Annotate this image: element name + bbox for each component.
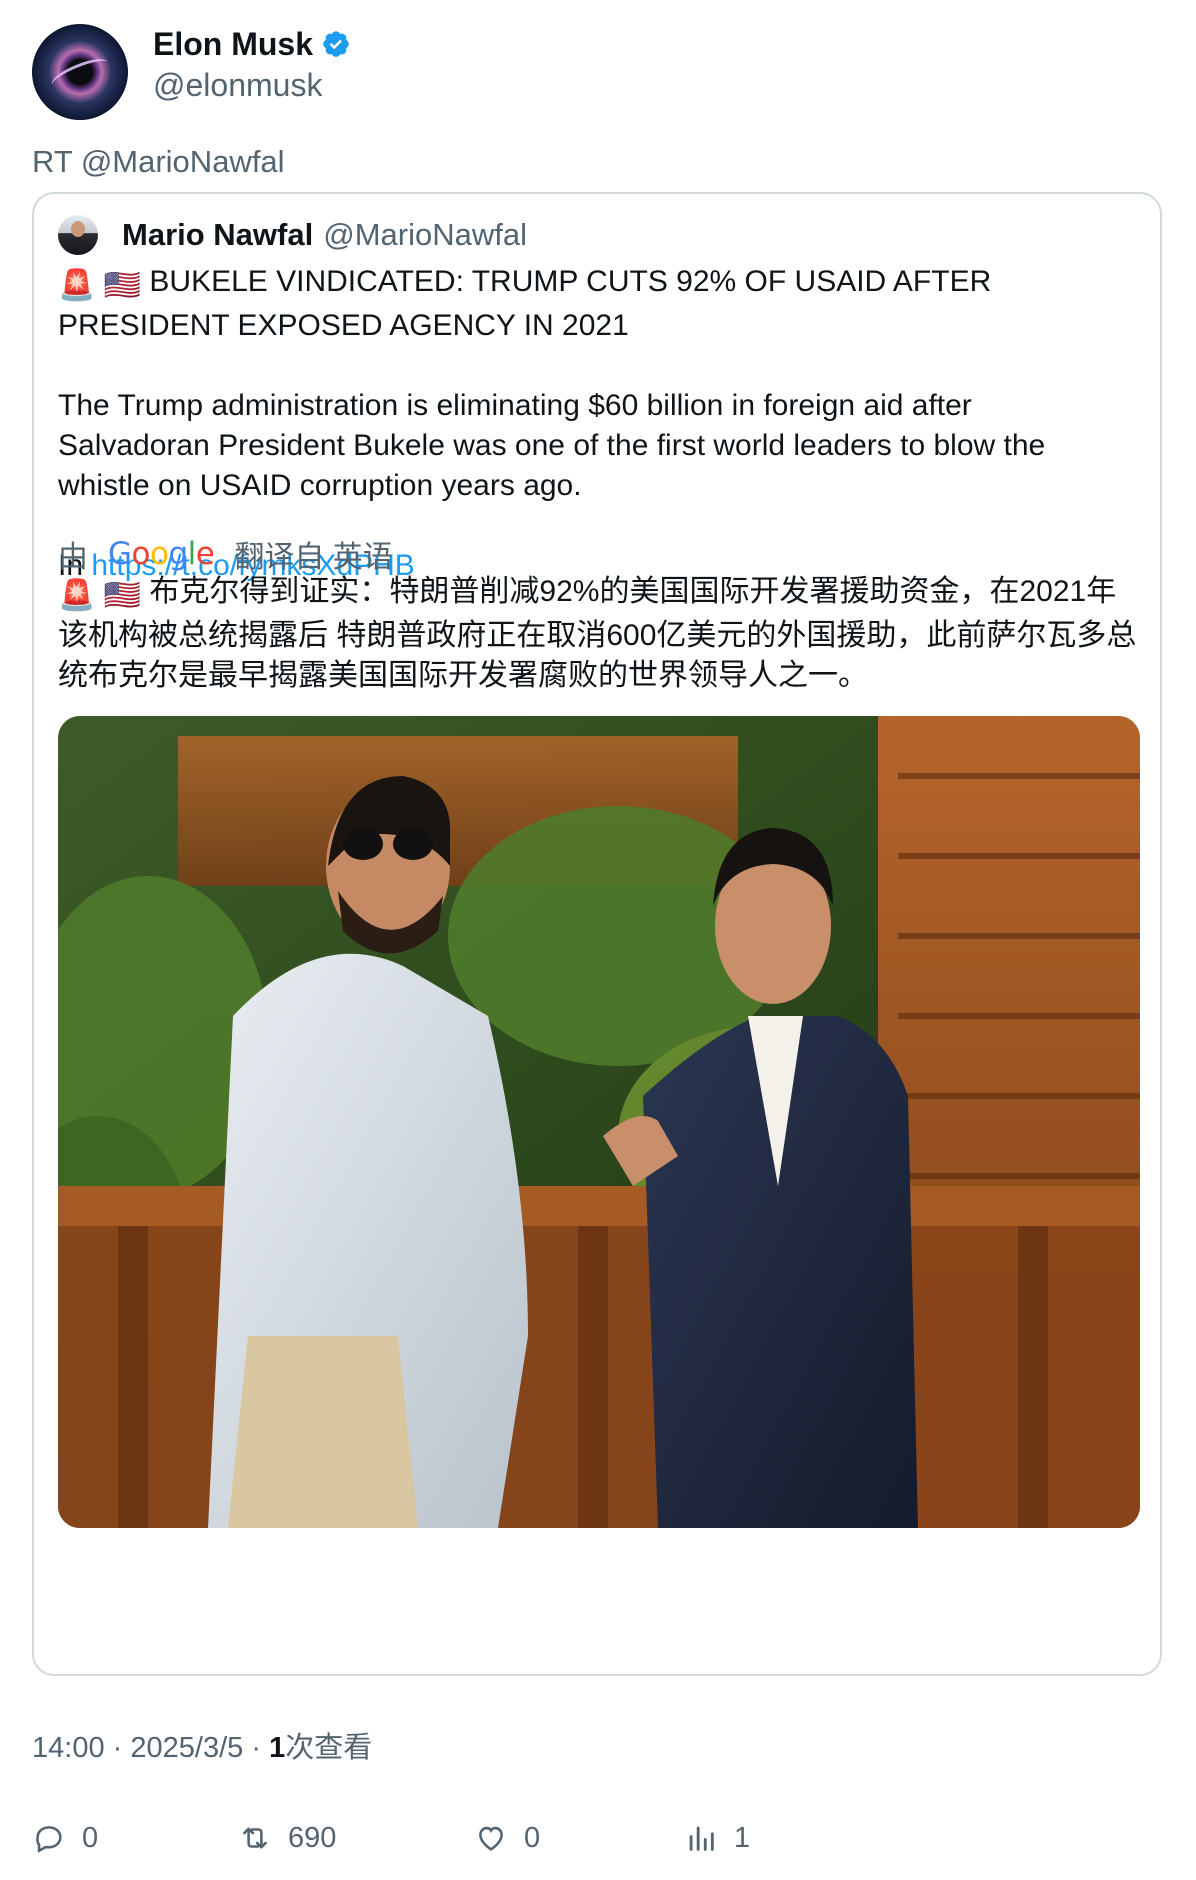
like-count: 0 [524,1821,541,1854]
views-action-count: 1 [734,1821,751,1854]
reply-button[interactable]: 0 [32,1818,98,1858]
translation-attribution[interactable]: 由 Google 翻译自 英语 [58,532,393,576]
tweet-meta: 14:00 · 2025/3/5 · 1次查看 [32,1728,372,1768]
reply-count: 0 [82,1821,99,1854]
author-avatar[interactable] [32,24,128,120]
photo-illustration [58,716,1140,1528]
author-handle[interactable]: @elonmusk [153,64,322,106]
meta-separator: · [112,1732,123,1764]
tweet-date[interactable]: 2025/3/5 [130,1732,243,1764]
quoted-author-handle[interactable]: @MarioNawfal [323,217,527,253]
us-flag-emoji-icon: 🇺🇸 [103,269,142,302]
tweet-photo[interactable] [58,716,1140,1528]
quoted-author-avatar[interactable] [58,215,98,255]
tweet-time[interactable]: 14:00 [32,1732,105,1764]
us-flag-emoji-icon: 🇺🇸 [103,579,142,612]
verified-badge-icon [323,31,349,57]
reply-icon [36,1826,62,1853]
retweet-label: RT @MarioNawfal [32,144,285,179]
tweet-header: Elon Musk @elonmusk [32,24,1162,120]
views-label: 次查看 [285,1732,373,1764]
author-name-row: Elon Musk [153,24,351,64]
translation-by-label: 由 [58,541,88,574]
views-button[interactable]: 1 [684,1818,750,1858]
analytics-icon [689,1826,714,1851]
retweet-icon [243,1827,267,1849]
quoted-headline: 🚨 🇺🇸 BUKELE VINDICATED: TRUMP CUTS 92% O… [58,262,1128,346]
meta-separator: · [251,1732,261,1764]
translation-from-label: 翻译自 英语 [234,541,393,574]
like-button[interactable]: 0 [474,1818,540,1858]
quoted-headline-text: BUKELE VINDICATED: TRUMP CUTS 92% OF USA… [58,265,992,342]
google-logo: Google [108,536,215,572]
views-count: 1 [269,1732,286,1764]
quoted-body-text: The Trump administration is eliminating … [58,389,1046,502]
quoted-author-name[interactable]: Mario Nawfal [122,217,313,253]
quoted-tweet-card[interactable]: Mario Nawfal @MarioNawfal 🚨 🇺🇸 BUKELE VI… [32,192,1162,1676]
author-display-name[interactable]: Elon Musk [153,24,313,64]
retweet-count: 690 [288,1821,337,1854]
translated-text: 🚨 🇺🇸 布克尔得到证实：特朗普削减92%的美国国际开发署援助资金，在2021年… [58,572,1138,696]
siren-emoji-icon: 🚨 [58,269,96,302]
retweet-button[interactable]: 690 [238,1818,336,1858]
quoted-tweet-header: Mario Nawfal @MarioNawfal [58,214,527,256]
siren-emoji-icon: 🚨 [58,579,96,612]
heart-icon [479,1826,503,1851]
action-bar: 0 690 0 1 [32,1818,1162,1858]
translated-text-body: 布克尔得到证实：特朗普削减92%的美国国际开发署援助资金，在2021年该机构被总… [58,575,1137,692]
